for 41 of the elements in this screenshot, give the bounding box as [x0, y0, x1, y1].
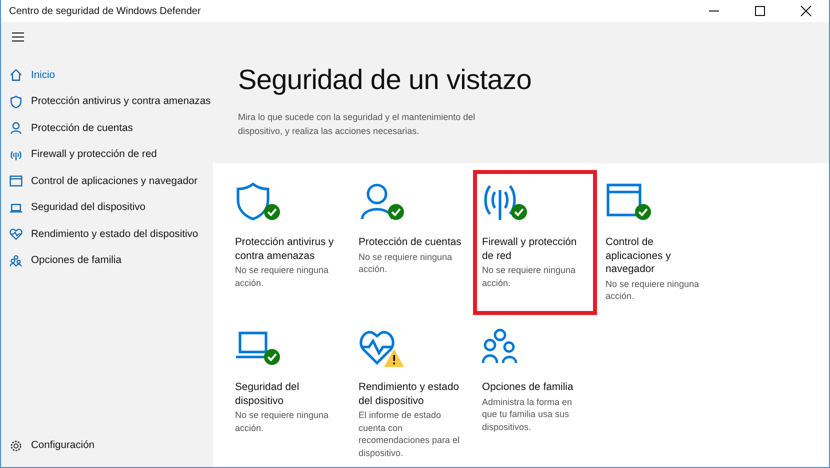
- tile-title: Protección antivirus y contra amenazas: [235, 236, 335, 263]
- sidebar-item[interactable]: Seguridad del dispositivo: [1, 194, 213, 221]
- settings-item[interactable]: Configuración: [1, 432, 213, 459]
- sidebar-item[interactable]: Protección antivirus y contra amenazas: [1, 88, 213, 115]
- sidebar-item[interactable]: Rendimiento y estado del dispositivo: [1, 221, 213, 248]
- status-tile[interactable]: Protección antivirus y contra amenazas No se requiere ninguna acción.: [226, 170, 350, 315]
- page-subtitle: Mira lo que sucede con la seguridad y el mantenimiento del dispositivo, y realiza las acciones necesarias.: [238, 111, 476, 138]
- page-title: Seguridad de un vistazo: [238, 64, 533, 96]
- tile-title: Seguridad del dispositivo: [235, 381, 300, 408]
- tile-status: No se requiere ninguna acción.: [358, 250, 454, 276]
- sidebar-item-icon: [9, 174, 23, 188]
- status-tile[interactable]: Seguridad del dispositivo No se requiere ninguna acción.: [226, 315, 350, 460]
- tile-title: Firewall y protección de red: [482, 236, 578, 263]
- status-tile[interactable]: Control de aplicaciones y navegador No se requiere ninguna acción.: [596, 170, 720, 315]
- sidebar-item-icon: [9, 227, 23, 242]
- tile-title: Control de aplicaciones y navegador: [606, 236, 672, 276]
- status-tile[interactable]: Firewall y protección de red No se requiere ninguna acción.: [473, 170, 596, 315]
- tile-status: Administra la forma en que tu familia usa sus dispositivos.: [482, 396, 574, 433]
- tile-status: No se requiere ninguna acción.: [482, 264, 577, 289]
- menu-icon[interactable]: [12, 32, 24, 42]
- sidebar-item-icon: [9, 121, 23, 136]
- status-tile[interactable]: Rendimiento y estado del dispositivo El informe de estado cuenta con recomendaciones para el dispositivo.: [350, 315, 473, 460]
- sidebar-item[interactable]: Opciones de familia: [1, 248, 213, 274]
- tile-title: Protección de cuentas: [358, 236, 462, 250]
- tile-status: No se requiere ninguna acción.: [235, 264, 330, 289]
- settings-icon: [9, 438, 23, 453]
- tile-title: Opciones de familia: [482, 381, 574, 394]
- sidebar-item[interactable]: Firewall y protección de red: [1, 142, 213, 168]
- sidebar-item-icon: [9, 254, 23, 268]
- sidebar-item[interactable]: Protección de cuentas: [1, 115, 213, 142]
- tile-title: Rendimiento y estado del dispositivo: [358, 381, 460, 408]
- tile-status: No se requiere ninguna acción.: [606, 278, 700, 302]
- window-title: Centro de seguridad de Windows Defender: [8, 6, 202, 16]
- status-tile[interactable]: Protección de cuentas No se requiere ninguna acción.: [350, 170, 473, 315]
- sidebar-item[interactable]: Inicio: [1, 62, 213, 88]
- tile-status: El informe de estado cuenta con recomendaciones para el dispositivo.: [358, 409, 461, 459]
- sidebar-item-icon: [9, 68, 23, 82]
- status-tile[interactable]: Opciones de familia Administra la forma en que tu familia usa sus dispositivos.: [473, 315, 596, 460]
- tile-status: No se requiere ninguna acción.: [235, 409, 330, 434]
- sidebar-item[interactable]: Control de aplicaciones y navegador: [1, 168, 213, 194]
- sidebar-item-icon: [9, 94, 23, 109]
